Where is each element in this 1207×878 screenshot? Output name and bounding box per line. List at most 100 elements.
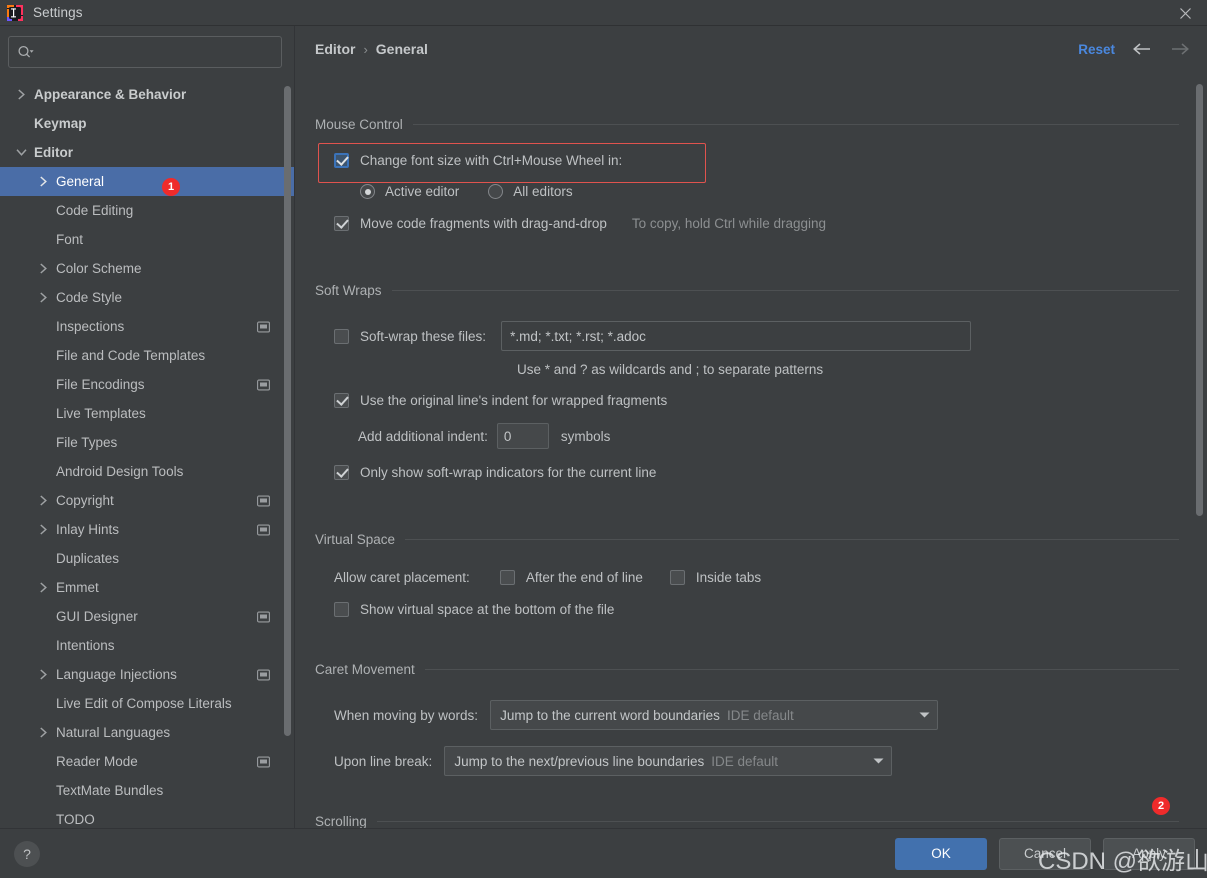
- chevron-down-icon[interactable]: [13, 145, 29, 161]
- show-virtual-space-checkbox[interactable]: [334, 602, 349, 617]
- sidebar-item-duplicates[interactable]: Duplicates: [0, 544, 294, 573]
- original-indent-checkbox[interactable]: [334, 393, 349, 408]
- sidebar-item-inspections[interactable]: Inspections: [0, 312, 294, 341]
- settings-tree: Appearance & Behavior Keymap Editor General…: [0, 80, 294, 828]
- drag-drop-checkbox[interactable]: [334, 216, 349, 231]
- sidebar-item-language-injections[interactable]: Language Injections: [0, 660, 294, 689]
- search-icon: [17, 42, 37, 62]
- sidebar-scrollbar-track[interactable]: [284, 84, 291, 828]
- soft-wrap-indicators-row: Only show soft-wrap indicators for the c…: [334, 465, 1207, 480]
- sidebar-item-keymap[interactable]: Keymap: [0, 109, 294, 138]
- change-font-size-checkbox[interactable]: [334, 153, 349, 168]
- sidebar-item-live-templates[interactable]: Live Templates: [0, 399, 294, 428]
- search-box[interactable]: [8, 36, 282, 68]
- sidebar-item-inlay-hints[interactable]: Inlay Hints: [0, 515, 294, 544]
- sidebar-item-gui-designer[interactable]: GUI Designer: [0, 602, 294, 631]
- soft-wrap-indicators-checkbox[interactable]: [334, 465, 349, 480]
- sidebar-item-android-design-tools[interactable]: Android Design Tools: [0, 457, 294, 486]
- chevron-right-icon[interactable]: [35, 290, 51, 306]
- chevron-right-icon[interactable]: [35, 174, 51, 190]
- ok-button[interactable]: OK: [895, 837, 987, 870]
- when-moving-by-words-row: When moving by words: Jump to the curren…: [334, 700, 1207, 730]
- all-editors-radio[interactable]: [488, 184, 504, 199]
- sidebar-item-appearance-behavior[interactable]: Appearance & Behavior: [0, 80, 294, 109]
- group-caret-movement: Caret Movement When moving by words: Jum…: [296, 659, 1207, 776]
- additional-indent-input[interactable]: [496, 423, 549, 449]
- intellij-idea-logo-icon: [7, 4, 23, 21]
- sidebar-item-natural-languages[interactable]: Natural Languages: [0, 718, 294, 747]
- sidebar-item-reader-mode[interactable]: Reader Mode: [0, 747, 294, 776]
- sidebar-item-textmate-bundles[interactable]: TextMate Bundles: [0, 776, 294, 805]
- search-input[interactable]: [39, 44, 273, 60]
- wildcard-hint-row: Use * and ? as wildcards and ; to separa…: [517, 362, 1207, 377]
- chevron-right-icon[interactable]: [35, 725, 51, 741]
- annotation-badge-2: 2: [1152, 797, 1170, 815]
- chevron-right-icon[interactable]: [35, 261, 51, 277]
- sidebar-item-code-editing[interactable]: Code Editing: [0, 196, 294, 225]
- sidebar-item-emmet[interactable]: Emmet: [0, 573, 294, 602]
- chevron-right-icon[interactable]: [35, 667, 51, 683]
- sidebar-item-label: Code Style: [56, 290, 123, 305]
- project-level-settings-icon: [257, 495, 270, 506]
- chevron-right-icon[interactable]: [35, 580, 51, 596]
- sidebar-item-label: Natural Languages: [56, 725, 171, 740]
- inside-tabs-checkbox[interactable]: [669, 570, 685, 585]
- caret-placement-label: Allow caret placement:: [334, 570, 470, 585]
- project-level-settings-icon: [257, 611, 270, 622]
- soft-wrap-files-checkbox[interactable]: [334, 328, 349, 344]
- sidebar-item-file-types[interactable]: File Types: [0, 428, 294, 457]
- sidebar-item-label: Editor: [34, 145, 73, 160]
- sidebar-item-file-encodings[interactable]: File Encodings: [0, 370, 294, 399]
- when-moving-by-words-select[interactable]: Jump to the current word boundaries IDE …: [490, 700, 939, 730]
- project-level-settings-icon: [257, 669, 270, 680]
- arrow-left-icon[interactable]: [1131, 39, 1153, 59]
- close-icon[interactable]: [1163, 0, 1207, 26]
- upon-line-break-select[interactable]: Jump to the next/previous line boundarie…: [444, 746, 893, 776]
- content-scrollbar-track[interactable]: [1196, 72, 1203, 828]
- caret-placement-row: Allow caret placement: After the end of …: [334, 570, 1207, 585]
- sidebar-item-general[interactable]: General: [0, 167, 294, 196]
- sidebar-item-label: Keymap: [34, 116, 87, 131]
- sidebar-item-label: Font: [56, 232, 84, 247]
- sidebar-item-intentions[interactable]: Intentions: [0, 631, 294, 660]
- reset-button[interactable]: Reset: [1078, 42, 1115, 57]
- sidebar-item-file-and-code-templates[interactable]: File and Code Templates: [0, 341, 294, 370]
- cancel-button[interactable]: Cancel: [999, 837, 1091, 870]
- apply-button[interactable]: Apply: [1103, 837, 1195, 870]
- sidebar-item-label: GUI Designer: [56, 609, 138, 624]
- sidebar-item-label: TextMate Bundles: [56, 783, 164, 798]
- chevron-right-icon[interactable]: [35, 522, 51, 538]
- after-end-of-line-checkbox[interactable]: [499, 570, 515, 585]
- breadcrumb-parent[interactable]: Editor: [315, 41, 355, 57]
- original-indent-row: Use the original line's indent for wrapp…: [334, 393, 1207, 408]
- change-font-size-row[interactable]: Change font size with Ctrl+Mouse Wheel i…: [334, 153, 1207, 168]
- soft-wrap-files-label: Soft-wrap these files:: [360, 328, 487, 344]
- chevron-right-icon[interactable]: [35, 493, 51, 509]
- group-divider: [391, 289, 1179, 291]
- group-header: Caret Movement: [296, 659, 1207, 679]
- sidebar-item-editor[interactable]: Editor: [0, 138, 294, 167]
- sidebar-item-copyright[interactable]: Copyright: [0, 486, 294, 515]
- sidebar-item-font[interactable]: Font: [0, 225, 294, 254]
- soft-wrap-patterns-input[interactable]: [501, 321, 972, 351]
- sidebar-item-color-scheme[interactable]: Color Scheme: [0, 254, 294, 283]
- sidebar-item-code-style[interactable]: Code Style: [0, 283, 294, 312]
- chevron-right-icon[interactable]: [13, 87, 29, 103]
- content-scrollbar-thumb[interactable]: [1196, 84, 1203, 516]
- help-button[interactable]: ?: [14, 840, 40, 867]
- breadcrumb-actions: Reset: [1078, 39, 1207, 59]
- sidebar-item-todo[interactable]: TODO: [0, 805, 294, 828]
- project-level-settings-icon: [257, 756, 270, 767]
- sidebar-item-live-edit-of-compose-literals[interactable]: Live Edit of Compose Literals: [0, 689, 294, 718]
- sidebar-scrollbar-thumb[interactable]: [284, 86, 291, 736]
- active-editor-radio[interactable]: [360, 184, 375, 199]
